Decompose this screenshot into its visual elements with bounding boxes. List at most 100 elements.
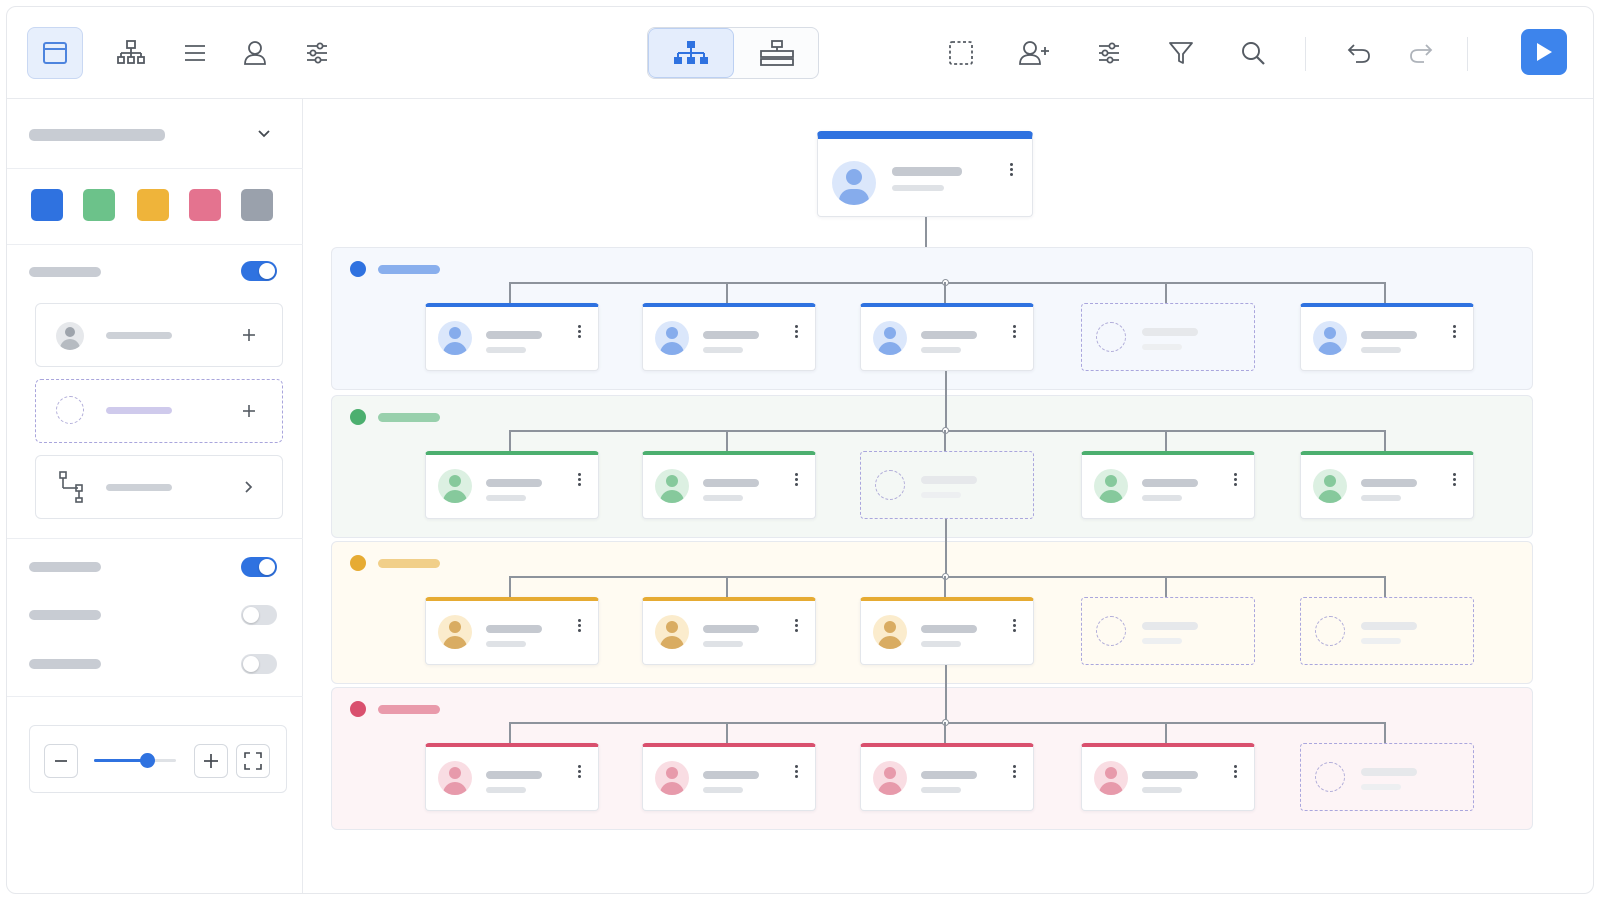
list-button[interactable]: [173, 27, 217, 79]
option-toggle-3[interactable]: [241, 605, 277, 625]
vacancy-circle-icon: [875, 470, 905, 500]
name-placeholder: [921, 331, 977, 339]
org-node-card[interactable]: [642, 597, 816, 665]
org-node-card[interactable]: [1081, 743, 1255, 811]
connector-drop: [509, 282, 511, 303]
play-button[interactable]: [1521, 29, 1567, 75]
sliders-button[interactable]: [295, 27, 339, 79]
person-template-card[interactable]: [35, 303, 283, 367]
org-node-card[interactable]: [860, 743, 1034, 811]
undo-button[interactable]: [1337, 27, 1381, 79]
more-options-icon[interactable]: [795, 473, 799, 487]
level-label-placeholder: [378, 559, 440, 568]
name-placeholder: [1142, 479, 1198, 487]
zoom-slider-track[interactable]: [94, 753, 176, 768]
connector-drop: [1165, 722, 1167, 743]
org-node-card[interactable]: [425, 743, 599, 811]
more-options-icon[interactable]: [1453, 473, 1457, 487]
option-toggle-2[interactable]: [241, 557, 277, 577]
more-options-icon[interactable]: [1013, 619, 1017, 633]
org-tree-button[interactable]: [105, 27, 157, 79]
more-options-icon[interactable]: [795, 325, 799, 339]
color-swatch-1[interactable]: [31, 189, 63, 221]
more-options-icon[interactable]: [795, 765, 799, 779]
org-node-card[interactable]: [642, 303, 816, 371]
more-options-icon[interactable]: [795, 619, 799, 633]
name-placeholder: [703, 331, 759, 339]
select-area-button[interactable]: [939, 27, 983, 79]
org-node-card[interactable]: [425, 303, 599, 371]
more-options-icon[interactable]: [1234, 765, 1238, 779]
layout-panel-button[interactable]: [27, 27, 83, 79]
color-swatch-5[interactable]: [241, 189, 273, 221]
avatar-head: [666, 475, 678, 487]
vacant-position-card[interactable]: [1081, 597, 1255, 665]
more-options-icon[interactable]: [578, 619, 582, 633]
horizontal-tree-view-button[interactable]: [734, 28, 820, 78]
connector-spine: [945, 519, 947, 576]
vertical-tree-view-icon: [674, 41, 708, 64]
avatar-head: [449, 767, 461, 779]
redo-button[interactable]: [1399, 27, 1443, 79]
list-icon: [185, 45, 205, 61]
vacant-position-card[interactable]: [1300, 597, 1474, 665]
option-toggle-4[interactable]: [241, 654, 277, 674]
vacancy-circle-icon: [1315, 762, 1345, 792]
connector-drop: [944, 576, 946, 597]
search-button[interactable]: [1231, 27, 1275, 79]
more-options-icon[interactable]: [578, 325, 582, 339]
org-node-card[interactable]: [1081, 451, 1255, 519]
undo-icon: [1347, 44, 1370, 63]
more-options-icon[interactable]: [1234, 473, 1238, 487]
chevron-right-icon[interactable]: [244, 480, 254, 494]
filter-button[interactable]: [1159, 27, 1203, 79]
color-swatch-2[interactable]: [83, 189, 115, 221]
more-options-icon[interactable]: [1013, 765, 1017, 779]
more-options-icon[interactable]: [578, 473, 582, 487]
plus-icon[interactable]: [242, 328, 256, 342]
org-node-card[interactable]: [642, 451, 816, 519]
settings-sliders-button[interactable]: [1087, 27, 1131, 79]
zoom-in-button[interactable]: [194, 744, 228, 778]
org-node-card[interactable]: [425, 597, 599, 665]
add-person-button[interactable]: [1011, 27, 1059, 79]
chevron-down-icon[interactable]: [257, 129, 271, 139]
avatar-body: [443, 782, 467, 795]
vacant-position-card[interactable]: [860, 451, 1034, 519]
color-swatch-4[interactable]: [189, 189, 221, 221]
name-placeholder: [1361, 331, 1417, 339]
more-options-icon[interactable]: [1013, 325, 1017, 339]
color-swatch-3[interactable]: [137, 189, 169, 221]
org-node-card[interactable]: [425, 451, 599, 519]
avatar: [1094, 761, 1128, 795]
connector-drop: [1384, 576, 1386, 597]
avatar: [438, 761, 472, 795]
filter-icon: [1169, 42, 1193, 64]
title-placeholder: [486, 347, 526, 353]
avatar: [832, 161, 876, 205]
fit-to-screen-button[interactable]: [236, 744, 270, 778]
org-node-card[interactable]: [1300, 451, 1474, 519]
more-options-icon[interactable]: [578, 765, 582, 779]
vacant-position-card[interactable]: [1300, 743, 1474, 811]
org-chart-canvas[interactable]: [303, 99, 1593, 893]
connector-drop: [944, 430, 946, 451]
root-node-card[interactable]: [817, 131, 1033, 217]
option-toggle-1[interactable]: [241, 261, 277, 281]
vacant-position-card[interactable]: [1081, 303, 1255, 371]
vertical-tree-view-button[interactable]: [648, 28, 734, 78]
vacancy-template-card[interactable]: [35, 379, 283, 443]
zoom-out-button[interactable]: [44, 744, 78, 778]
person-button[interactable]: [233, 27, 277, 79]
org-node-card[interactable]: [860, 597, 1034, 665]
branch-template-card[interactable]: [35, 455, 283, 519]
avatar-body: [1318, 490, 1342, 503]
org-node-card[interactable]: [642, 743, 816, 811]
org-node-card[interactable]: [860, 303, 1034, 371]
zoom-slider-handle[interactable]: [140, 753, 156, 768]
org-node-card[interactable]: [1300, 303, 1474, 371]
more-options-icon[interactable]: [1010, 163, 1014, 177]
plus-icon[interactable]: [242, 404, 256, 418]
more-options-icon[interactable]: [1453, 325, 1457, 339]
avatar-head: [449, 327, 461, 339]
